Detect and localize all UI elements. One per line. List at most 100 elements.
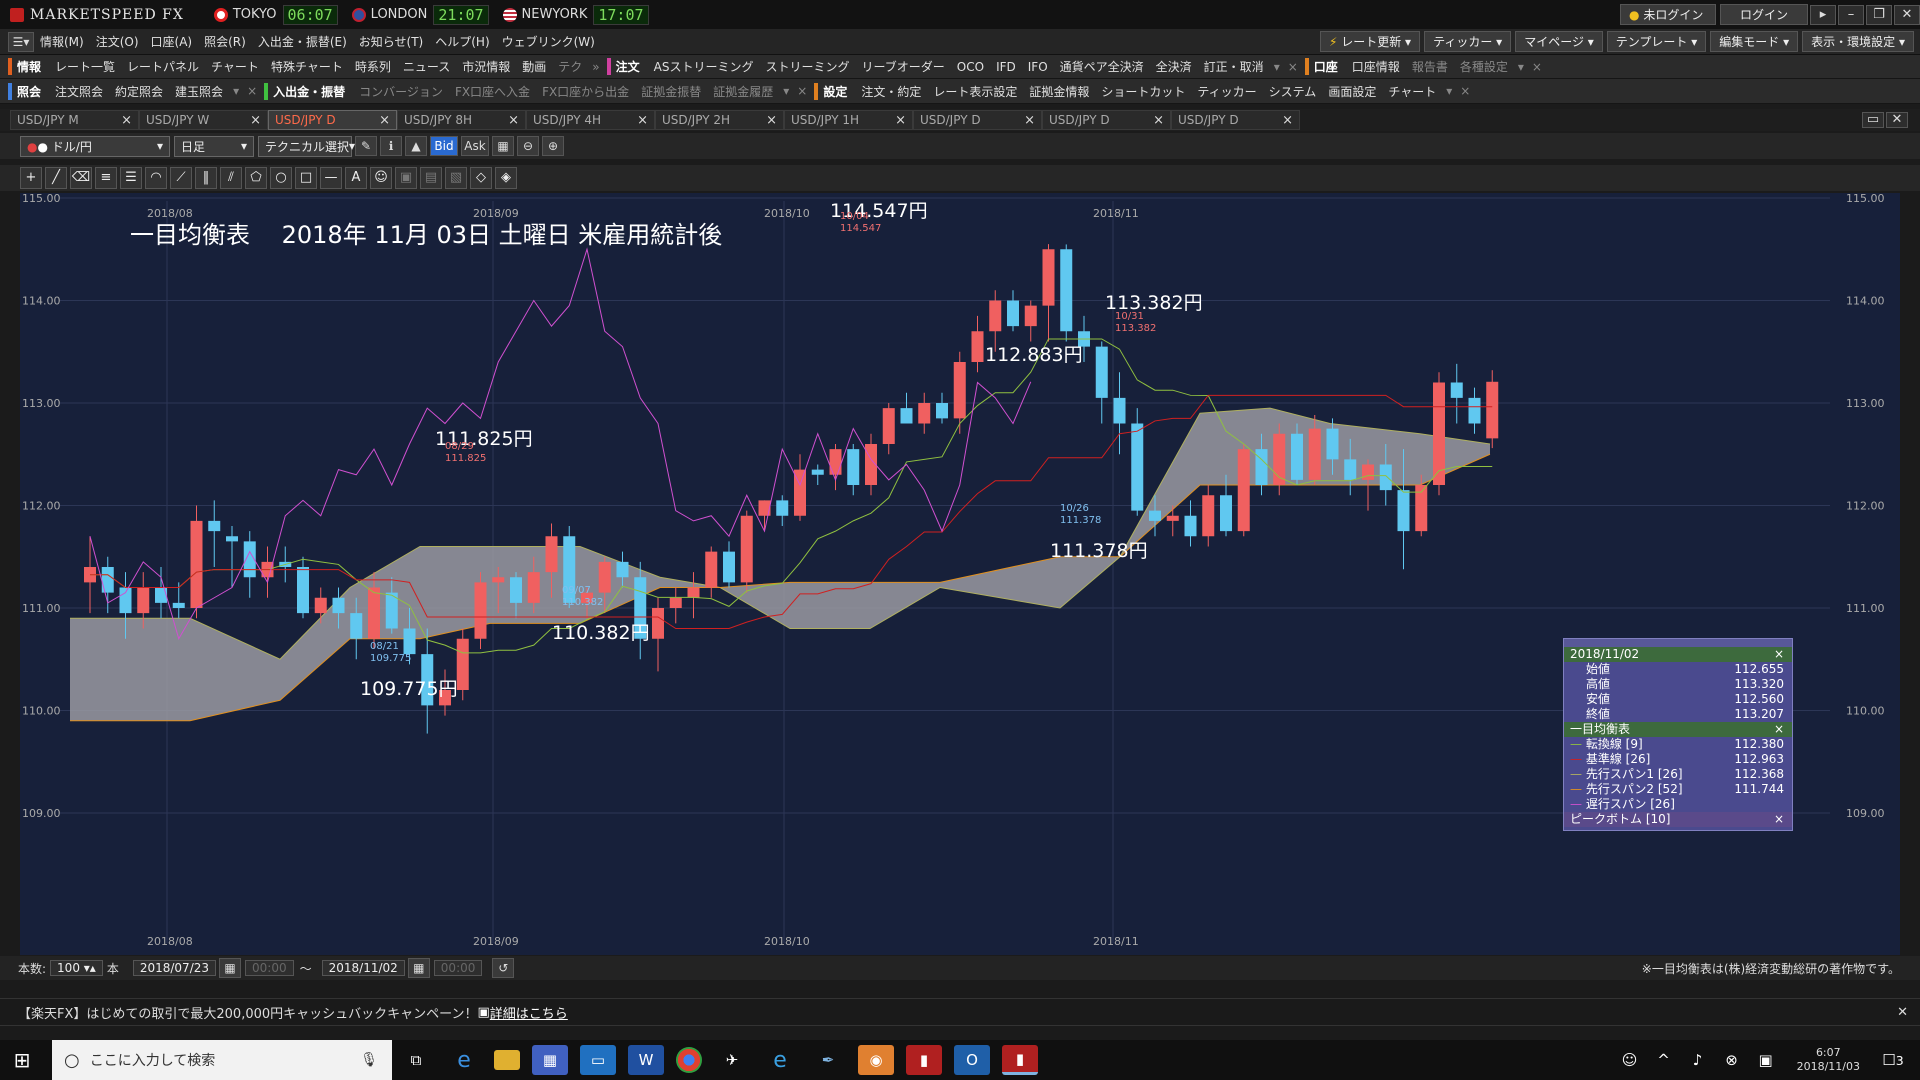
data-window[interactable]: 2018/11/02 × 始値 112.655 高値 113.320 安値 112.56… <box>1563 638 1793 831</box>
data-window-grip[interactable] <box>1564 639 1792 647</box>
tb-order-inquiry[interactable]: 注文照会 <box>49 83 109 100</box>
tb-ticker[interactable]: ティッカー <box>1191 83 1262 100</box>
price-chart[interactable]: 109.00 109.00 110.00 110.00 111.00 111.00 112.… <box>20 193 1900 955</box>
tb-streaming[interactable]: ストリーミング <box>759 58 855 75</box>
tb-system[interactable]: システム <box>1263 83 1323 100</box>
delete-all-icon[interactable]: ◈ <box>495 167 517 189</box>
chevron-right-icon[interactable]: ▸ <box>1810 4 1836 25</box>
menu-inquiry[interactable]: 照会(R) <box>198 33 252 50</box>
close-icon[interactable]: × <box>508 113 519 128</box>
horizontal-line-icon[interactable]: — <box>320 167 342 189</box>
marketspeed-icon[interactable]: ▮ <box>906 1045 942 1075</box>
fibonacci-icon[interactable]: ☰ <box>120 167 142 189</box>
tb-report[interactable]: 報告書 <box>1406 58 1454 75</box>
news-link[interactable]: 詳細はこちら <box>490 1003 568 1022</box>
tb-rate-list[interactable]: レート一覧 <box>49 58 121 75</box>
chart-tab[interactable]: USD/JPY 1H × <box>784 110 913 130</box>
tb-chart-settings[interactable]: チャート <box>1382 83 1442 100</box>
chevron-down-icon[interactable]: ▾ <box>1270 60 1284 74</box>
marketspeed-fx-icon[interactable]: ▮ <box>1002 1045 1038 1075</box>
login-status[interactable]: ● 未ログイン <box>1620 4 1716 25</box>
ime-icon[interactable]: ▣ <box>1755 1045 1777 1075</box>
tb-deposit-fx[interactable]: FX口座へ入金 <box>449 83 536 100</box>
calendar-icon[interactable]: ▦ <box>219 958 242 978</box>
chart-tab[interactable]: USD/JPY 2H × <box>655 110 784 130</box>
outlook-icon[interactable]: O <box>954 1045 990 1075</box>
restore-icon[interactable]: ❐ <box>1866 4 1892 25</box>
tb-order-contract[interactable]: 注文・約定 <box>855 83 927 100</box>
tb-timeseries[interactable]: 時系列 <box>349 58 397 75</box>
tb-special-chart[interactable]: 特殊チャート <box>265 58 349 75</box>
chrome-icon[interactable] <box>676 1047 702 1073</box>
pencil-icon[interactable]: ✎ <box>355 136 377 156</box>
close-icon[interactable]: × <box>243 84 261 98</box>
chart-tab[interactable]: USD/JPY D × <box>1171 110 1300 130</box>
tb-technical[interactable]: テク <box>552 58 588 75</box>
chevron-down-icon[interactable]: ▾ <box>1442 84 1456 98</box>
close-icon[interactable]: × <box>1774 722 1784 737</box>
ichimoku-chart-svg[interactable]: 109.00 109.00 110.00 110.00 111.00 111.00 112.… <box>20 193 1900 955</box>
copy-icon[interactable]: ▣ <box>395 167 417 189</box>
edit-mode-button[interactable]: 編集モード ▾ <box>1710 31 1799 52</box>
arc-icon[interactable]: ◠ <box>145 167 167 189</box>
icon-tool-icon[interactable]: ☺ <box>370 167 392 189</box>
rate-update-button[interactable]: ⚡ レート更新 ▾ <box>1319 31 1421 52</box>
close-icon[interactable]: × <box>1774 647 1784 662</box>
taskbar-search[interactable]: ○ ここに入力して検索 🎙 <box>52 1040 392 1080</box>
crosshair-icon[interactable]: + <box>20 167 42 189</box>
chart-tab[interactable]: USD/JPY W × <box>139 110 268 130</box>
close-icon[interactable]: × <box>793 84 811 98</box>
tb-contract-inquiry[interactable]: 約定照会 <box>109 83 169 100</box>
system-clock[interactable]: 6:07 2018/11/03 <box>1797 1046 1860 1074</box>
tb-chart[interactable]: チャート <box>205 58 265 75</box>
tb-rate-display[interactable]: レート表示設定 <box>927 83 1023 100</box>
menu-account[interactable]: 口座(A) <box>145 33 199 50</box>
tb-ifo[interactable]: IFO <box>1022 60 1054 74</box>
circle-icon[interactable]: ○ <box>270 167 292 189</box>
fan-icon[interactable]: ⟋ <box>170 167 192 189</box>
chart-tab[interactable]: USD/JPY D × <box>1042 110 1171 130</box>
close-icon[interactable]: ✕ <box>1897 1005 1908 1020</box>
template-button[interactable]: テンプレート ▾ <box>1606 31 1707 52</box>
close-icon[interactable]: × <box>1153 113 1164 128</box>
menu-deposit[interactable]: 入出金・振替(E) <box>252 33 353 50</box>
menu-order[interactable]: 注文(O) <box>90 33 145 50</box>
login-button[interactable]: ログイン <box>1720 4 1808 25</box>
tb-margin-history[interactable]: 証拠金履歴 <box>707 83 779 100</box>
delete-icon[interactable]: ◇ <box>470 167 492 189</box>
from-time-input[interactable]: 00:00 <box>245 960 294 976</box>
currency-pair-select[interactable]: ●● ドル/円 ▾ <box>20 135 170 157</box>
tb-news[interactable]: ニュース <box>397 58 456 75</box>
tb-various-settings[interactable]: 各種設定 <box>1454 58 1514 75</box>
to-date-input[interactable]: 2018/11/02 <box>321 960 405 976</box>
chart-tab[interactable]: USD/JPY M × <box>10 110 139 130</box>
tb-rate-panel[interactable]: レートパネル <box>121 58 205 75</box>
mypage-button[interactable]: マイページ ▾ <box>1515 31 1603 52</box>
close-icon[interactable]: ✕ <box>1894 4 1920 25</box>
text-icon[interactable]: A <box>345 167 367 189</box>
network-icon[interactable]: ⊗ <box>1721 1045 1743 1075</box>
close-icon[interactable]: × <box>1024 113 1035 128</box>
close-icon[interactable]: × <box>1456 84 1474 98</box>
notification-icon[interactable]: ☐ 3 <box>1880 1045 1906 1075</box>
rectangle-icon[interactable]: □ <box>295 167 317 189</box>
tb-leave-order[interactable]: リーブオーダー <box>856 58 951 75</box>
tb-screen-settings[interactable]: 画面設定 <box>1322 83 1382 100</box>
chevron-down-icon[interactable]: ▾ <box>229 84 243 98</box>
bid-button[interactable]: Bid <box>430 136 458 156</box>
calculator-icon[interactable]: ▦ <box>532 1045 568 1075</box>
zoom-in-icon[interactable]: ⊕ <box>542 136 564 156</box>
from-date-input[interactable]: 2018/07/23 <box>132 960 217 976</box>
chevron-double-right-icon[interactable]: » <box>588 60 603 74</box>
tb-market-info[interactable]: 市況情報 <box>456 58 516 75</box>
tb-margin-transfer[interactable]: 証拠金振替 <box>635 83 707 100</box>
count-stepper[interactable]: 100 ▾▴ <box>50 960 103 976</box>
feather-icon[interactable]: ✒ <box>810 1045 846 1075</box>
chevron-down-icon[interactable]: ▾ <box>779 84 793 98</box>
chevron-up-icon[interactable]: ^ <box>1653 1045 1675 1075</box>
bird-app-icon[interactable]: ✈ <box>714 1045 750 1075</box>
close-icon[interactable]: × <box>1528 60 1546 74</box>
calendar-icon[interactable]: ▦ <box>407 958 430 978</box>
trend-line-icon[interactable]: ╱ <box>45 167 67 189</box>
chart-tab[interactable]: USD/JPY 4H × <box>526 110 655 130</box>
